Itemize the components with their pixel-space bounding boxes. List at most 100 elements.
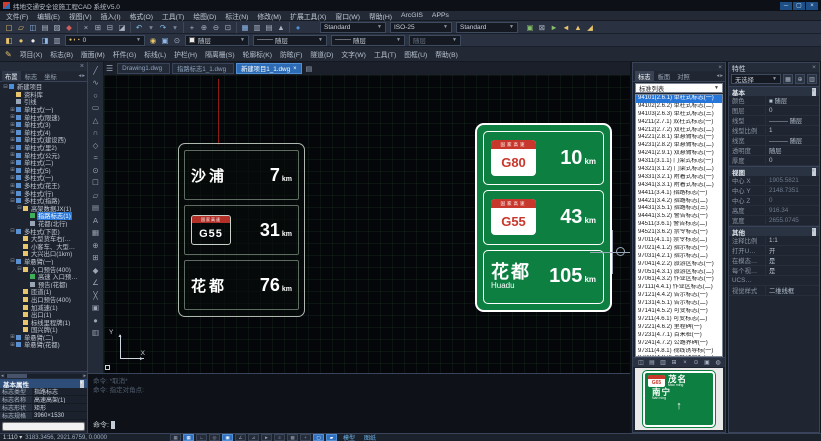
tree-item[interactable]: ⊞ 单柱式(4) (0, 129, 87, 137)
toolbar-icon[interactable]: ▢ (3, 22, 15, 33)
sign-code-row[interactable]: 94411(3.4.1) 指路标志(一) (636, 190, 722, 198)
draw-tool-icon[interactable]: ⊙ (90, 164, 102, 177)
tree-expander-icon[interactable]: ⊞ (9, 334, 16, 340)
tree-item[interactable]: 小客车、大型… (0, 242, 87, 250)
property-value[interactable]: 高速高架(1) (32, 396, 87, 403)
tree-expander-icon[interactable]: ⊟ (16, 205, 23, 211)
toolbar-icon[interactable]: ⊠ (536, 22, 548, 33)
left-panel-tab[interactable]: 标志 (22, 71, 41, 82)
tree-item[interactable]: ⊞ 单柱式(5) (0, 167, 87, 175)
preview-tool-icon[interactable]: ▥ (658, 358, 668, 367)
sign-code-row[interactable]: 97231(4.7.1) 百米桩(一) (636, 332, 722, 340)
tree-item[interactable]: ⊞ 单悬臂(二) (0, 334, 87, 342)
property-value[interactable]: 0 (765, 157, 819, 164)
status-toggle-icon[interactable]: ▰ (326, 434, 337, 441)
menu-item[interactable]: 帮助(H) (369, 11, 392, 21)
status-toggle-icon[interactable]: ► (261, 434, 272, 441)
property-value[interactable]: ■ 随层 (765, 96, 819, 105)
tree-item[interactable]: ⊟ 入口预告(400) (0, 265, 87, 273)
close-icon[interactable]: × (812, 64, 816, 71)
property-value[interactable]: 二维线框 (765, 286, 819, 295)
tree-item[interactable]: 标线里程牌(1) (0, 318, 87, 326)
draw-tool-icon[interactable]: ☐ (90, 177, 102, 190)
toolbar-icon[interactable]: ◧ (3, 35, 15, 46)
toolbar-icon[interactable]: ● (292, 22, 304, 33)
tree-item[interactable]: ⊞ 多柱式(行) (0, 189, 87, 197)
toolbar-icon[interactable]: ▲ (572, 22, 584, 33)
tree-expander-icon[interactable]: ⊞ (9, 160, 16, 166)
draw-tool-icon[interactable]: ▥ (90, 327, 102, 340)
status-label[interactable]: 图纸 (364, 433, 376, 441)
sign-code-row[interactable]: 97211(4.6.1) 可变标志(二) (636, 316, 722, 324)
draw-tool-icon[interactable]: △ (90, 114, 102, 127)
traffic-menu-item[interactable]: 图框(U) (404, 49, 427, 59)
dim-style-dropdown[interactable]: ISO-25▼ (390, 22, 452, 33)
sign-code-row[interactable]: 94211(2.7.1) 双柱式标志(一) (636, 119, 722, 127)
traffic-menu-item[interactable]: 工具(T) (374, 49, 396, 59)
tree-item[interactable]: ⊞ 单柱式(限速) (0, 113, 87, 121)
sign-code-row[interactable]: 97311(4.8.1) 视线诱导标(一) (636, 348, 722, 356)
preview-tool-icon[interactable]: ⊙ (691, 358, 701, 367)
property-value[interactable]: 916.34 (765, 207, 819, 214)
sign-code-row[interactable]: 94212(2.7.2) 双柱式标志(二) (636, 127, 722, 135)
toolbar-icon[interactable]: ◢ (584, 22, 596, 33)
toolbar-icon[interactable]: ▾ (145, 22, 157, 33)
traffic-menu-item[interactable]: 帮助(B) (435, 49, 458, 59)
tree-item[interactable]: ⊞ 多柱式(一) (0, 174, 87, 182)
preview-tool-icon[interactable]: ▤ (647, 358, 657, 367)
menu-item[interactable]: 标注(N) (225, 11, 248, 21)
property-value[interactable]: 2148.7351 (765, 187, 819, 194)
drawing-tab[interactable]: 指路标志1_1.dwg (172, 63, 234, 74)
draw-tool-icon[interactable]: ◇ (90, 139, 102, 152)
window-control-button[interactable]: ▢ (793, 2, 805, 10)
traffic-menu-item[interactable]: 标志(B) (50, 49, 73, 59)
selection-tool-icon[interactable]: ⊕ (795, 74, 805, 84)
toolbar-icon[interactable]: ▲ (275, 22, 287, 33)
tree-item[interactable]: 高速 入口预… (0, 273, 87, 281)
tree-item[interactable]: ⊞ 多柱式(花王) (0, 182, 87, 190)
property-value[interactable]: 2655.0745 (765, 217, 819, 224)
selection-tool-icon[interactable]: ▦ (783, 74, 793, 84)
tree-filter-input[interactable] (2, 422, 85, 431)
tree-expander-icon[interactable]: ⊞ (9, 129, 16, 135)
tree-item[interactable]: ⊞ 单柱式(公元) (0, 151, 87, 159)
status-toggle-icon[interactable]: ▦ (183, 434, 194, 441)
tree-item[interactable]: 加减速(1) (0, 303, 87, 311)
tree-item[interactable]: ⊞ 单柱式(一) (0, 106, 87, 114)
toolbar-icon[interactable] (183, 22, 184, 33)
menu-item[interactable]: APPs (432, 12, 449, 19)
distance-sign-rendered[interactable]: 国家高速 G80 10 km 国家高速 G55 43 km (475, 123, 612, 312)
traffic-menu-item[interactable]: 护栏(H) (174, 49, 197, 59)
tree-expander-icon[interactable]: ⊞ (9, 190, 16, 196)
toolbar-icon[interactable]: ↷ (157, 22, 169, 33)
draw-tool-icon[interactable]: ⊕ (90, 239, 102, 252)
tree-item[interactable]: 花都(北行) (0, 220, 87, 228)
toolbar-icon[interactable]: ⊕ (198, 22, 210, 33)
sign-code-row[interactable]: 97061(4.3.2) 作业区标志(一) (636, 276, 722, 284)
sign-code-row[interactable]: 94341(3.3.1) 附着式标志(二) (636, 182, 722, 190)
tab-scroll-arrows[interactable]: ◂ ▸ (716, 73, 723, 79)
linetype-dropdown[interactable]: ——— 随层 ▼ (253, 35, 327, 46)
draw-tool-icon[interactable]: ≈ (90, 152, 102, 165)
status-toggle-icon[interactable]: ∠ (235, 434, 246, 441)
tree-item[interactable]: 指路标志(1) (0, 212, 87, 220)
status-toggle-icon[interactable]: ◎ (209, 434, 220, 441)
toolbar-icon[interactable]: ▣ (524, 22, 536, 33)
draw-tool-icon[interactable]: ▭ (90, 102, 102, 115)
traffic-menu-item[interactable]: 文字(W) (341, 49, 366, 59)
draw-tool-icon[interactable]: ▱ (90, 189, 102, 202)
left-panel-tab[interactable]: 坐标 (41, 71, 60, 82)
toolbar-icon[interactable]: ▤ (39, 22, 51, 33)
draw-tool-icon[interactable]: ∠ (90, 277, 102, 290)
viewport-scale[interactable]: 1:110 ▾ (3, 434, 22, 441)
command-window[interactable]: 命令: *取消*命令: 指定对角点: 命令: (88, 373, 630, 433)
status-toggle-icon[interactable]: ▣ (222, 434, 233, 441)
menu-item[interactable]: 文件(F) (6, 11, 28, 21)
preview-tool-icon[interactable]: ⊞ (669, 358, 679, 367)
layer-dropdown[interactable]: ● ◐ ▪ 0 ▼ (65, 35, 145, 46)
draw-tool-icon[interactable]: A (90, 214, 102, 227)
status-toggle-icon[interactable]: + (300, 434, 311, 441)
draw-tool-icon[interactable]: ○ (90, 89, 102, 102)
property-value[interactable]: 3960×1530 (32, 412, 87, 419)
toolbar-icon[interactable]: ● (15, 35, 27, 46)
